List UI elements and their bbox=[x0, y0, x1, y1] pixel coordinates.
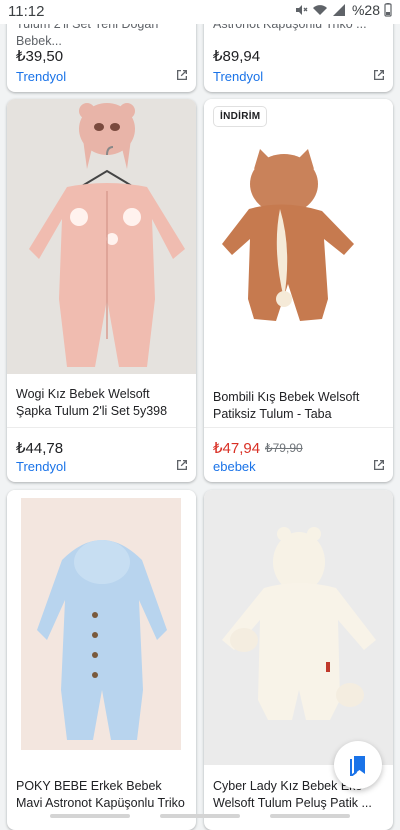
product-card[interactable]: Wogi Kız Bebek Welsoft Şapka Tulum 2'li … bbox=[7, 99, 196, 482]
product-card[interactable]: POKY BEBE Erkek Bebek Mavi Astronot Kapü… bbox=[7, 490, 196, 830]
battery-icon bbox=[384, 3, 392, 17]
mute-icon bbox=[295, 5, 308, 15]
battery-level: %28 bbox=[351, 2, 380, 18]
status-time: 11:12 bbox=[8, 3, 45, 20]
product-image[interactable]: İNDİRİM bbox=[204, 99, 393, 374]
pink-welsoft-romper-image bbox=[29, 103, 185, 367]
product-image[interactable] bbox=[7, 99, 196, 374]
store-link[interactable]: Trendyol bbox=[16, 69, 66, 84]
old-price: ₺79,90 bbox=[265, 441, 303, 455]
nav-hint bbox=[270, 814, 350, 818]
product-image[interactable] bbox=[7, 490, 196, 765]
divider bbox=[204, 427, 393, 428]
status-bar: 11:12 %28 bbox=[0, 0, 400, 24]
blue-knit-romper-image bbox=[21, 498, 181, 750]
external-link-icon[interactable] bbox=[373, 69, 385, 81]
sale-badge: İNDİRİM bbox=[214, 107, 267, 126]
store-link[interactable]: Trendyol bbox=[213, 69, 263, 84]
product-price: ₺39,50 bbox=[16, 48, 64, 65]
product-title[interactable]: Bombili Kış Bebek Welsoft Patiksiz Tulum… bbox=[213, 389, 385, 423]
divider bbox=[7, 427, 196, 428]
nav-hint bbox=[50, 814, 130, 818]
external-link-icon[interactable] bbox=[373, 459, 385, 471]
product-price: ₺44,78 bbox=[16, 440, 64, 457]
product-price: ₺89,94 bbox=[213, 48, 261, 65]
wifi-icon bbox=[312, 5, 327, 15]
product-image[interactable] bbox=[204, 490, 393, 765]
product-title[interactable]: POKY BEBE Erkek Bebek Mavi Astronot Kapü… bbox=[16, 778, 188, 812]
product-title[interactable]: Wogi Kız Bebek Welsoft Şapka Tulum 2'li … bbox=[16, 386, 188, 420]
bookmarks-icon bbox=[350, 756, 365, 776]
nav-hint bbox=[160, 814, 240, 818]
fox-romper-image bbox=[222, 149, 354, 321]
status-icons: %28 bbox=[294, 2, 392, 18]
product-price: ₺47,94 bbox=[213, 440, 261, 457]
cream-plush-romper-image bbox=[222, 527, 376, 720]
external-link-icon[interactable] bbox=[176, 69, 188, 81]
external-link-icon[interactable] bbox=[176, 459, 188, 471]
store-link[interactable]: Trendyol bbox=[16, 459, 66, 474]
store-link[interactable]: ebebek bbox=[213, 459, 256, 474]
collections-fab[interactable] bbox=[334, 741, 382, 789]
product-card[interactable]: İNDİRİM Bombili Kış Bebek Welsoft Patiks… bbox=[204, 99, 393, 482]
signal-icon bbox=[332, 4, 345, 16]
